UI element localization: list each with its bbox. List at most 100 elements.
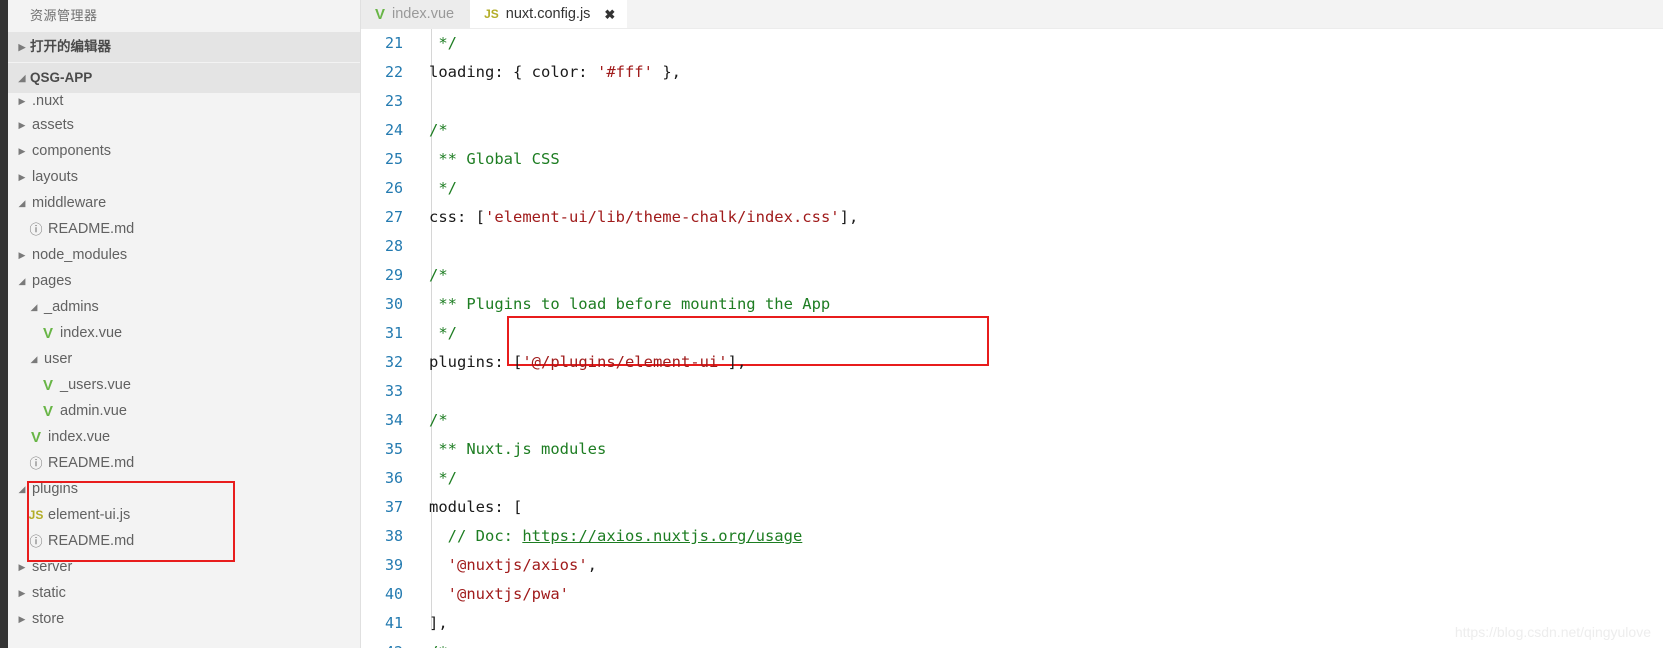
tree-folder[interactable]: node_modules xyxy=(8,242,360,268)
watermark: https://blog.csdn.net/qingyulove xyxy=(1454,624,1651,640)
line-number: 21 xyxy=(384,34,403,52)
code-line[interactable]: modules: [ xyxy=(429,493,1663,522)
code-token: '@nuxtjs/axios' xyxy=(447,556,588,574)
code-line[interactable]: /* xyxy=(429,116,1663,145)
code-token: /* xyxy=(429,266,448,284)
tree-folder[interactable]: layouts xyxy=(8,164,360,190)
code-line[interactable]: ** Plugins to load before mounting the A… xyxy=(429,290,1663,319)
code-token: '@nuxtjs/pwa' xyxy=(447,585,569,603)
tree-folder[interactable]: .nuxt xyxy=(8,90,360,112)
tree-file[interactable]: ⓘ README.md xyxy=(8,450,360,476)
code-line[interactable]: ** Global CSS xyxy=(429,145,1663,174)
chevron-right-icon xyxy=(14,563,30,572)
code-line[interactable] xyxy=(429,87,1663,116)
explorer-title: 资源管理器 xyxy=(8,0,360,32)
code-token: ], xyxy=(727,353,747,371)
close-icon[interactable]: ✖ xyxy=(604,8,615,21)
chevron-right-icon xyxy=(14,43,30,52)
chevron-right-icon xyxy=(14,121,30,130)
line-number: 27 xyxy=(384,208,403,226)
tree-item-label: server xyxy=(32,559,73,575)
code-line[interactable] xyxy=(429,232,1663,261)
chevron-down-icon xyxy=(14,485,30,494)
chevron-right-icon xyxy=(14,589,30,598)
tree-item-label: components xyxy=(32,143,111,159)
line-number: 39 xyxy=(384,556,403,574)
chevron-right-icon xyxy=(14,97,30,106)
tab-label: nuxt.config.js xyxy=(505,6,591,22)
code-token: // Doc: xyxy=(429,527,523,545)
tree-file[interactable]: Vindex.vue xyxy=(8,320,360,346)
tree-file[interactable]: Vadmin.vue xyxy=(8,398,360,424)
vue-file-icon: V xyxy=(42,376,53,394)
editor-tab[interactable]: Vindex.vue xyxy=(361,0,471,28)
tree-folder[interactable]: _admins xyxy=(8,294,360,320)
tree-file[interactable]: V _users.vue xyxy=(8,372,360,398)
vue-file-icon: V xyxy=(30,428,41,446)
code-line[interactable]: */ xyxy=(429,319,1663,348)
tree-item-label: assets xyxy=(32,117,74,133)
tree-item-label: pages xyxy=(32,273,72,289)
line-number: 25 xyxy=(384,150,403,168)
explorer-section-workspace[interactable]: QSG-APP xyxy=(8,63,360,93)
tree-file[interactable]: Vindex.vue xyxy=(8,424,360,450)
code-line[interactable]: /* xyxy=(429,406,1663,435)
tree-folder[interactable]: store xyxy=(8,606,360,632)
code-line[interactable]: '@nuxtjs/pwa' xyxy=(429,580,1663,609)
line-number: 28 xyxy=(384,237,403,255)
code-token: css: [ xyxy=(429,208,485,226)
tree-folder[interactable]: plugins xyxy=(8,476,360,502)
line-number: 30 xyxy=(384,295,403,313)
code-link[interactable]: https://axios.nuxtjs.org/usage xyxy=(522,527,802,545)
code-content[interactable]: */ loading: { color: '#fff' }, /* ** Glob… xyxy=(419,29,1663,648)
tree-folder[interactable]: components xyxy=(8,138,360,164)
tree-item-label: README.md xyxy=(48,221,135,237)
code-line[interactable]: // Doc: https://axios.nuxtjs.org/usage xyxy=(429,522,1663,551)
code-line[interactable]: loading: { color: '#fff' }, xyxy=(429,58,1663,87)
code-area[interactable]: 21 22 23 24 25 26 27 28 29 30 31 32 33 34 35 36 37 38 39 40… xyxy=(361,29,1663,648)
tree-folder[interactable]: server xyxy=(8,554,360,580)
code-line[interactable]: ** Nuxt.js modules xyxy=(429,435,1663,464)
tree-item-label: user xyxy=(44,351,73,367)
code-line[interactable]: */ xyxy=(429,464,1663,493)
code-line[interactable]: plugins: ['@/plugins/element-ui'], xyxy=(429,348,1663,377)
md-file-icon: ⓘ xyxy=(29,455,43,471)
tree-file[interactable]: ⓘ README.md xyxy=(8,528,360,554)
explorer-section-open-editors[interactable]: 打开的编辑器 xyxy=(8,32,360,62)
tree-item-label: _users.vue xyxy=(60,377,131,393)
code-line[interactable]: /* xyxy=(429,261,1663,290)
code-line[interactable] xyxy=(429,377,1663,406)
code-token: ** Plugins to load before mounting the A… xyxy=(429,295,831,313)
editor-tab[interactable]: JS nuxt.config.js ✖ xyxy=(470,0,628,28)
code-line[interactable]: */ xyxy=(429,29,1663,58)
vue-file-icon: V xyxy=(375,5,386,23)
tree-file[interactable]: JS element-ui.js xyxy=(8,502,360,528)
tree-folder[interactable]: pages xyxy=(8,268,360,294)
code-line[interactable]: '@nuxtjs/axios', xyxy=(429,551,1663,580)
line-number: 23 xyxy=(384,92,403,110)
tree-folder[interactable]: user xyxy=(8,346,360,372)
editor-pane: Vindex.vue JS nuxt.config.js ✖ 21 22 23 24 25 26… xyxy=(361,0,1663,648)
line-number: 36 xyxy=(384,469,403,487)
vscode-window: 资源管理器 打开的编辑器 QSG-APP .nuxt assets component… xyxy=(0,0,1663,648)
line-number: 40 xyxy=(384,585,403,603)
code-token: '@/plugins/element-ui' xyxy=(522,353,728,371)
code-token: /* xyxy=(429,643,448,648)
tree-item-label: index.vue xyxy=(60,325,123,341)
line-number: 24 xyxy=(384,121,403,139)
code-token: ], xyxy=(429,614,448,632)
tree-folder[interactable]: assets xyxy=(8,112,360,138)
tree-folder[interactable]: static xyxy=(8,580,360,606)
line-number: 42 xyxy=(361,638,403,648)
code-line[interactable]: */ xyxy=(429,174,1663,203)
tree-folder[interactable]: middleware xyxy=(8,190,360,216)
section-label: QSG-APP xyxy=(30,70,93,85)
code-line[interactable]: css: ['element-ui/lib/theme-chalk/index.… xyxy=(429,203,1663,232)
code-token: */ xyxy=(429,179,457,197)
md-file-icon: ⓘ xyxy=(29,533,43,549)
code-token: modules: [ xyxy=(429,498,523,516)
tree-file[interactable]: ⓘ README.md xyxy=(8,216,360,242)
activity-bar[interactable] xyxy=(0,0,8,648)
